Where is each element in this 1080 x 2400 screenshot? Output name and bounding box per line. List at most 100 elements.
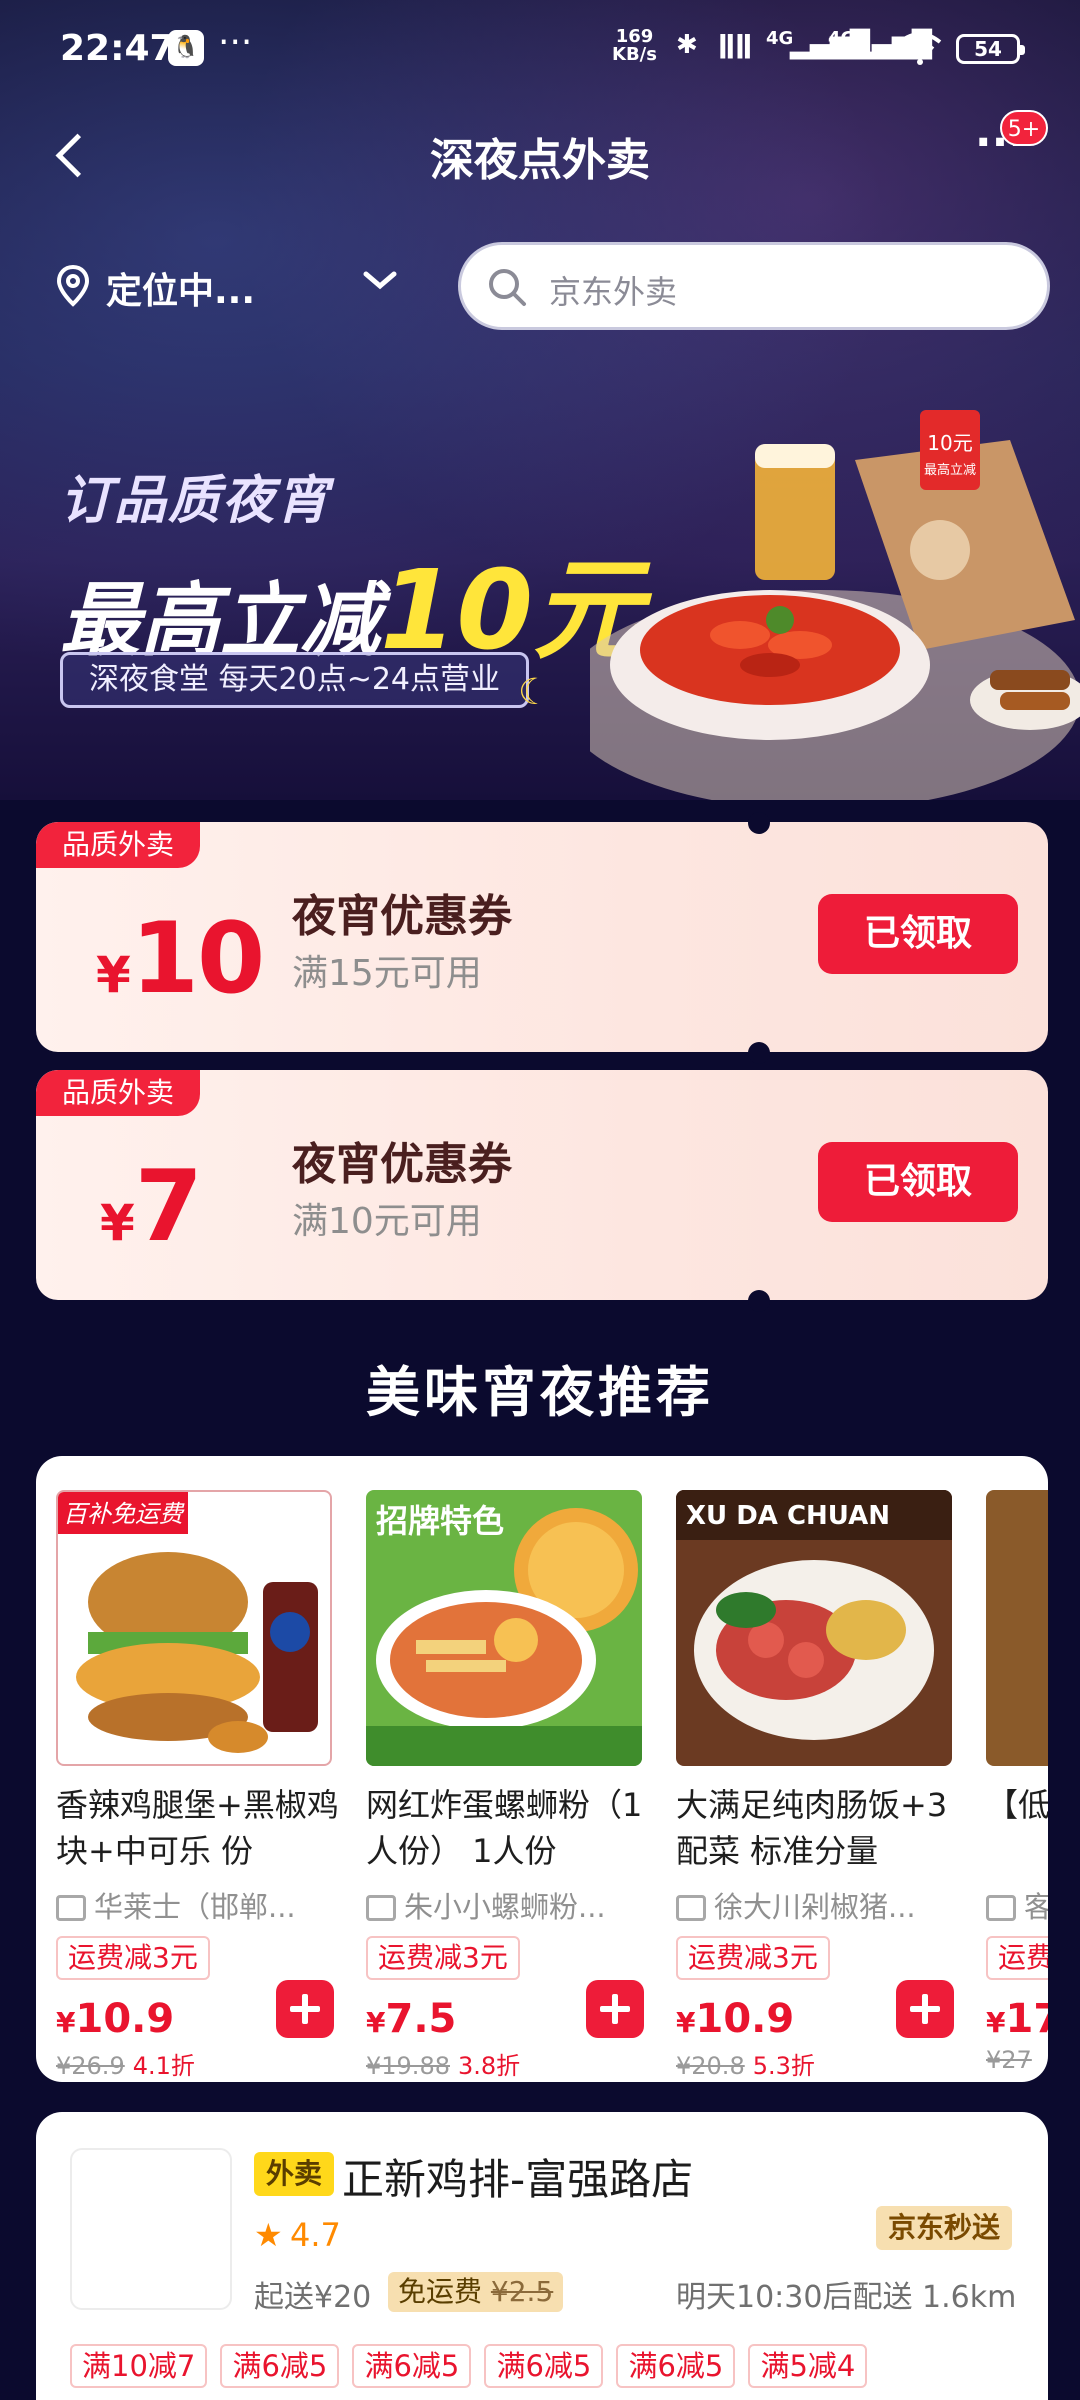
original-price: ¥27 [986, 2046, 1032, 2074]
free-shipping-tag: 免运费 ¥2.5 [388, 2272, 564, 2312]
promo-list: 满10减7 满6减5 满6减5 满6减5 满6减5 满5减4 [70, 2344, 875, 2388]
shop-icon [366, 1895, 396, 1921]
currency-symbol: ¥ [56, 2006, 76, 2039]
store-logo[interactable] [70, 2148, 232, 2310]
coupon-condition: 满10元可用 [292, 1201, 482, 1242]
promo-tag: 满6减5 [220, 2344, 340, 2388]
coupon-card: 品质外卖 ¥7 夜宵优惠券 满10元可用 已领取 [36, 1070, 1048, 1300]
coupon-notch [748, 1290, 770, 1312]
promo-tag: 满6减5 [616, 2344, 736, 2388]
bag-caption: 最高立减 [924, 462, 976, 478]
product-image[interactable]: 百补免运费 [56, 1490, 332, 1766]
section-title: 美味宵夜推荐 [366, 1361, 714, 1424]
add-to-cart-button[interactable] [586, 1980, 644, 2038]
product-shop: 客 [986, 1884, 1048, 1926]
coupon-notch [748, 1042, 770, 1064]
discount-rate: 4.1折 [132, 2052, 195, 2080]
search-input[interactable]: 京东外卖 [458, 242, 1050, 330]
star-icon: ★ [254, 2216, 283, 2254]
currency-symbol: ¥ [676, 2006, 696, 2039]
price-value: 10.9 [695, 1996, 795, 2042]
shop-name: 朱小小螺蛳粉... [404, 1890, 606, 1924]
location-pin-icon[interactable] [56, 264, 90, 308]
product-name[interactable]: 网红炸蛋螺蛳粉（1人份） 1人份 [366, 1782, 656, 1874]
shipping-discount-tag: 运费减3元 [366, 1936, 520, 1980]
currency-symbol: ¥ [96, 946, 131, 1004]
product-image[interactable]: 招牌特色 [366, 1490, 642, 1766]
shipping-discount-tag: 运费 [986, 1936, 1048, 1980]
original-price-value: ¥20.8 [676, 2052, 745, 2080]
wifi-icon [898, 30, 942, 73]
product-shop: 华莱士（邯郸... [56, 1884, 332, 1926]
message-badge: 5+ [1000, 110, 1048, 146]
promo-tag: 满5减4 [748, 2344, 868, 2388]
claimed-button[interactable]: 已领取 [818, 1142, 1018, 1222]
bluetooth-icon: ✱ [676, 30, 698, 60]
coupon-amount: ¥7 [100, 1150, 203, 1264]
product-price: ¥10.9 [56, 1996, 174, 2042]
price-value: 7.5 [385, 1996, 457, 2042]
store-name[interactable]: 正新鸡排-富强路店 [342, 2146, 693, 2207]
discount-rate: 3.8折 [457, 2052, 521, 2080]
product-card[interactable]: 招牌特色 网红炸蛋螺蛳粉（1人份） 1人份 朱小小螺蛳粉... 运费减3元 ¥7… [346, 1472, 644, 2080]
discount-rate: 5.3折 [752, 2052, 815, 2080]
original-price: ¥20.8 5.3折 [676, 2046, 815, 2081]
product-carousel[interactable]: 百补免运费 香辣鸡腿堡+黑椒鸡块+中可乐 份 华莱士（邯郸... 运费减3元 ¥… [36, 1456, 1048, 2082]
coupon-condition: 满15元可用 [292, 953, 482, 994]
image-label: 招牌特色 [376, 1502, 504, 1540]
promo-tag: 满6减5 [484, 2344, 604, 2388]
promo-tag: 满10减7 [70, 2344, 208, 2388]
product-card[interactable]: 百补免运费 香辣鸡腿堡+黑椒鸡块+中可乐 份 华莱士（邯郸... 运费减3元 ¥… [36, 1472, 339, 2080]
product-name[interactable]: 大满足纯肉肠饭+3配菜 标准分量 [676, 1782, 966, 1874]
promo-tag: 满6减5 [352, 2344, 472, 2388]
network-speed: 169 KB/s [612, 28, 657, 64]
minimum-order: 起送¥20 [254, 2280, 372, 2315]
shop-icon [56, 1895, 86, 1921]
store-type-tag: 外卖 [254, 2152, 335, 2196]
product-price: ¥10.9 [676, 1996, 794, 2042]
product-shop: 朱小小螺蛳粉... [366, 1884, 642, 1926]
add-to-cart-button[interactable] [896, 1980, 954, 2038]
image-label: XU DA CHUAN [686, 1501, 890, 1531]
chevron-down-icon[interactable] [362, 266, 398, 296]
location-label[interactable]: 定位中... [106, 262, 255, 314]
shop-name: 徐大川剁椒猪... [714, 1890, 916, 1924]
coupon-value: 7 [134, 1150, 203, 1264]
coupon-card: 品质外卖 ¥10 夜宵优惠券 满15元可用 已领取 [36, 822, 1048, 1052]
coupon-title: 夜宵优惠券 [292, 1139, 512, 1190]
shop-icon [986, 1895, 1016, 1921]
claimed-button[interactable]: 已领取 [818, 894, 1018, 974]
add-to-cart-button[interactable] [276, 1980, 334, 2038]
net-speed-unit: KB/s [612, 44, 657, 65]
free-shipping-label: 免运费 [398, 2275, 483, 2308]
store-rating: 4.7 [290, 2216, 341, 2254]
store-card[interactable]: 外卖 正新鸡排-富强路店 ★ 4.7 京东秒送 起送¥20 免运费 ¥2.5 明… [36, 2112, 1048, 2400]
food-illustration[interactable]: 10元 最高立减 [590, 400, 1080, 800]
shop-icon [676, 1895, 706, 1921]
qq-notification-icon: 🐧 [168, 30, 204, 66]
coupon-title: 夜宵优惠券 [292, 891, 512, 942]
coupon-notch [748, 812, 770, 834]
product-image[interactable]: XU DA CHUAN [676, 1490, 952, 1766]
original-price-value: ¥27 [986, 2046, 1032, 2074]
status-bar: 22:47 🐧 ··· 169 KB/s ✱ ǁǁ 4G ▂▄▆█ 4G ▂▄▆… [0, 0, 1080, 100]
product-name[interactable]: 香辣鸡腿堡+黑椒鸡块+中可乐 份 [56, 1782, 346, 1874]
product-price: ¥17 [986, 1996, 1048, 2042]
original-price: ¥19.88 3.8折 [366, 2046, 520, 2081]
jd-express-tag: 京东秒送 [876, 2206, 1013, 2250]
coupon-tag: 品质外卖 [36, 1070, 201, 1116]
banner-hours-pill: 深夜食堂 每天20点~24点营业 [60, 652, 530, 708]
coupon-value: 10 [130, 902, 265, 1016]
product-price: ¥7.5 [366, 1996, 456, 2042]
battery-indicator: 54 [956, 34, 1025, 64]
shipping-discount-tag: 运费减3元 [56, 1936, 210, 1980]
original-price-value: ¥26.9 [56, 2052, 125, 2080]
product-image[interactable] [986, 1490, 1048, 1766]
coupon-tag: 品质外卖 [36, 822, 201, 868]
page-title: 深夜点外卖 [430, 135, 650, 186]
currency-symbol: ¥ [986, 2006, 1006, 2039]
product-card[interactable]: XU DA CHUAN 大满足纯肉肠饭+3配菜 标准分量 徐大川剁椒猪... 运… [656, 1472, 954, 2080]
status-time: 22:47 [60, 28, 175, 69]
product-name[interactable]: 【低卤香 [986, 1782, 1048, 1874]
product-card[interactable]: 【低卤香 客 运费 ¥17 ¥27 [966, 1472, 1048, 2074]
